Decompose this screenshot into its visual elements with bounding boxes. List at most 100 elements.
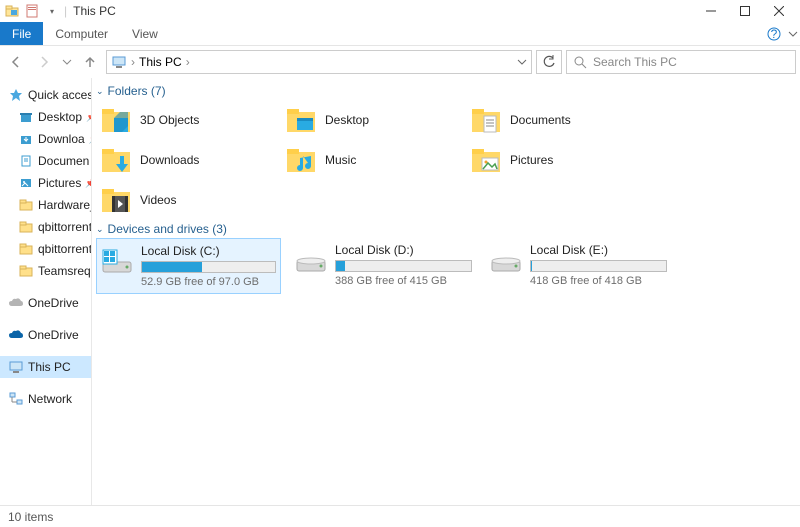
sidebar-item[interactable]: Teamsreque: [0, 260, 91, 282]
status-text: 10 items: [8, 510, 53, 524]
drive-free-text: 388 GB free of 415 GB: [335, 275, 472, 287]
sidebar-item-label: Desktop: [38, 110, 82, 124]
back-button[interactable]: [4, 50, 28, 74]
drive-icon: [295, 243, 327, 275]
window-title: This PC: [73, 4, 116, 18]
sidebar-this-pc[interactable]: This PC: [0, 356, 91, 378]
folder-item[interactable]: Music: [281, 140, 466, 180]
sidebar-item[interactable]: Desktop📌: [0, 106, 91, 128]
thispc-icon: [8, 359, 24, 375]
qat-dropdown-icon[interactable]: ▾: [44, 3, 60, 19]
folder-item[interactable]: 3D Objects: [96, 100, 281, 140]
folder-item[interactable]: Desktop: [281, 100, 466, 140]
pin-icon: 📌: [85, 178, 92, 189]
search-icon: [573, 55, 587, 69]
sidebar-item[interactable]: Documen📌: [0, 150, 91, 172]
sidebar-item[interactable]: Downloa📌: [0, 128, 91, 150]
sidebar-item-label: Quick access: [28, 88, 92, 102]
up-button[interactable]: [78, 50, 102, 74]
drive-item[interactable]: Local Disk (D:) 388 GB free of 415 GB: [291, 238, 476, 294]
sidebar-item-label: Network: [28, 392, 72, 406]
ribbon-expand-icon[interactable]: [786, 22, 800, 45]
chevron-right-icon[interactable]: ›: [131, 55, 135, 69]
folder-icon: [100, 184, 132, 216]
search-placeholder: Search This PC: [593, 55, 677, 69]
refresh-button[interactable]: [536, 50, 562, 74]
sidebar-item-label: Hardware_fi: [38, 198, 92, 212]
body: Quick access Desktop📌Downloa📌Documen📌Pic…: [0, 78, 800, 505]
folder-icon: [470, 104, 502, 136]
sidebar-item[interactable]: Hardware_fi: [0, 194, 91, 216]
breadcrumb-dropdown-icon[interactable]: [517, 57, 527, 67]
storage-bar: [335, 260, 472, 272]
star-icon: [8, 87, 24, 103]
drive-free-text: 52.9 GB free of 97.0 GB: [141, 276, 276, 288]
system-folder-icon: [18, 109, 34, 125]
drive-item[interactable]: Local Disk (C:)52.9 GB free of 97.0 GB: [96, 238, 281, 294]
breadcrumb[interactable]: › This PC ›: [106, 50, 532, 74]
folder-item[interactable]: Pictures: [466, 140, 651, 180]
breadcrumb-location[interactable]: This PC: [139, 55, 182, 69]
sidebar-item-label: Teamsreque: [38, 264, 92, 278]
properties-icon[interactable]: [24, 3, 40, 19]
cloud-icon: [8, 295, 24, 311]
system-folder-icon: [18, 153, 34, 169]
sidebar-item[interactable]: qbittorrent_t: [0, 238, 91, 260]
folder-label: Pictures: [510, 153, 553, 167]
group-label: Folders (7): [108, 84, 166, 98]
folder-label: Downloads: [140, 153, 199, 167]
ribbon: File Computer View ?: [0, 22, 800, 46]
minimize-button[interactable]: [694, 0, 728, 22]
title-bar: ▾ | This PC: [0, 0, 800, 22]
folder-item[interactable]: Downloads: [96, 140, 281, 180]
system-folder-icon: [18, 175, 34, 191]
app-icon: [4, 3, 20, 19]
content-pane: ⌄ Folders (7) 3D Objects DesktopDocuments…: [92, 78, 800, 505]
network-icon: [8, 391, 24, 407]
sidebar-item[interactable]: Pictures📌: [0, 172, 91, 194]
folder-label: Music: [325, 153, 356, 167]
maximize-button[interactable]: [728, 0, 762, 22]
tab-file[interactable]: File: [0, 22, 43, 45]
sidebar-onedrive[interactable]: OneDrive: [0, 292, 91, 314]
sidebar-item-label: qbittorrent_t: [38, 220, 92, 234]
status-bar: 10 items: [0, 505, 800, 527]
sidebar-item-label: Documen: [38, 154, 89, 168]
ribbon-help-icon[interactable]: ?: [762, 22, 786, 45]
close-button[interactable]: [762, 0, 796, 22]
folder-icon: [100, 144, 132, 176]
chevron-right-icon[interactable]: ›: [186, 55, 190, 69]
recent-locations-button[interactable]: [60, 50, 74, 74]
sidebar-item-label: This PC: [28, 360, 71, 374]
drive-name: Local Disk (E:): [530, 243, 667, 257]
folder-item[interactable]: Documents: [466, 100, 651, 140]
group-header-drives[interactable]: ⌄ Devices and drives (3): [96, 220, 800, 238]
sidebar-network[interactable]: Network: [0, 388, 91, 410]
tab-view[interactable]: View: [120, 22, 170, 45]
cloud-icon: [8, 327, 24, 343]
forward-button[interactable]: [32, 50, 56, 74]
tab-computer[interactable]: Computer: [43, 22, 120, 45]
storage-bar: [530, 260, 667, 272]
group-header-folders[interactable]: ⌄ Folders (7): [96, 82, 800, 100]
sidebar-item[interactable]: qbittorrent_t: [0, 216, 91, 238]
folder-item[interactable]: Videos: [96, 180, 281, 220]
folder-icon: [18, 197, 34, 213]
nav-bar: › This PC › Search This PC: [0, 46, 800, 78]
sidebar-quick-access[interactable]: Quick access: [0, 84, 91, 106]
svg-text:?: ?: [771, 27, 778, 41]
folder-icon: [18, 219, 34, 235]
drive-name: Local Disk (D:): [335, 243, 472, 257]
folder-label: Videos: [140, 193, 176, 207]
drive-icon: [490, 243, 522, 275]
thispc-small-icon: [111, 54, 127, 70]
folder-icon: [285, 144, 317, 176]
window-controls: [694, 0, 796, 22]
search-input[interactable]: Search This PC: [566, 50, 796, 74]
sidebar-onedrive[interactable]: OneDrive: [0, 324, 91, 346]
folder-icon: [18, 241, 34, 257]
sidebar-item-label: Downloa: [38, 132, 85, 146]
drive-item[interactable]: Local Disk (E:)418 GB free of 418 GB: [486, 238, 671, 294]
folder-label: 3D Objects: [140, 113, 199, 127]
quick-access-toolbar: ▾ |: [4, 3, 67, 19]
